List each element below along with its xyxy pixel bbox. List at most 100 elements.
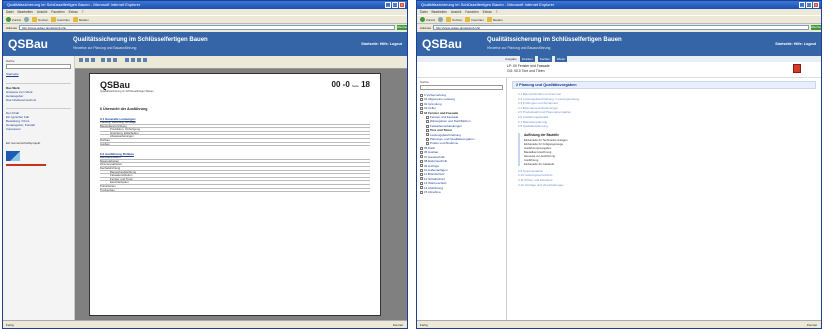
minimize-button[interactable]: _ [385,2,391,8]
brand-logo[interactable]: QSBau [8,37,48,51]
zoom-icon[interactable] [113,58,117,62]
address-input[interactable]: http://www.qsbau.de/qsb/qsb.php [19,25,395,30]
content-meta: LP: 00 Fenster und Fassade GG: 00.0 Tore… [507,64,550,74]
favorites-button[interactable]: Favoriten [465,17,484,22]
search-button[interactable]: Suchen [537,56,552,62]
forward-button[interactable] [438,17,444,22]
main-content: 2 Planung und Qualitätsvorgaben 2.1 Bauv… [507,78,821,320]
address-input[interactable]: http://www.qsbau.de/qsb/qsb.php [433,25,809,30]
search-button[interactable]: Suchen [446,17,462,22]
expand-icon[interactable] [420,173,423,177]
prev-page-icon[interactable] [131,58,135,62]
expand-icon[interactable] [426,115,429,119]
sidebar-item-impressum[interactable]: Impressum [6,127,71,131]
expand-icon[interactable] [420,177,423,181]
menu-help[interactable]: ? [496,10,498,14]
tree-item-label: Leistungsbeschreibung [430,132,461,137]
tree-item-label: 04 Fenster und Fassade [424,110,459,115]
app-header: QSBau Qualitätssicherung im Schlüsselfer… [3,32,407,56]
expand-icon[interactable] [420,150,423,154]
menu-tools[interactable]: Extras [483,10,492,14]
user-links[interactable]: Startseite: Hilfe: Logout [775,42,816,46]
collapse-icon[interactable] [420,111,423,115]
detail-line: Einbauteile für Gebäude [524,161,555,166]
maximize-button[interactable]: □ [806,2,812,8]
expand-icon[interactable] [420,181,423,185]
last-page-icon[interactable] [143,58,147,62]
expand-icon[interactable] [420,102,423,106]
sidebar-link-home[interactable]: Startseite [6,72,71,77]
status-text: Fertig [420,323,428,327]
menu-edit[interactable]: Bearbeiten [431,10,446,14]
expand-icon[interactable] [420,164,423,168]
menu-view[interactable]: Ansicht [37,10,47,14]
status-zone: Internet [806,323,817,327]
print-button[interactable]: Drucken [519,56,535,62]
window-controls: _ □ × [385,2,405,8]
brand-logo[interactable]: QSBau [422,37,462,51]
menu-favorites[interactable]: Favoriten [51,10,64,14]
collapse-icon[interactable] [426,128,429,132]
action-bar: Ausgabe Drucken Suchen Weiter [417,56,821,62]
first-page-icon[interactable] [125,58,129,62]
minimize-button[interactable]: _ [799,2,805,8]
close-button[interactable]: × [813,2,819,8]
status-text: Fertig [6,323,14,327]
tree-item-label: 12 Schallschutz [424,176,446,181]
back-button[interactable]: Zurück [6,17,21,22]
tree-item-label: Tore und Türen [430,128,452,133]
menu-file[interactable]: Datei [420,10,427,14]
hand-tool-icon[interactable] [101,58,105,62]
tree-sidebar: Suche 0 Vorbemerkung 01 Allgemeine Leistu… [417,78,507,320]
media-icon [72,17,78,22]
expand-icon[interactable] [426,120,429,124]
menu-tools[interactable]: Extras [69,10,78,14]
expand-icon[interactable] [420,186,423,190]
expand-icon[interactable] [420,106,423,110]
tree-item-label: 14 Abdichtung [424,185,444,190]
pdf-icon[interactable] [793,64,801,73]
menu-edit[interactable]: Bearbeiten [17,10,32,14]
back-button[interactable]: Zurück [420,17,435,22]
section-link[interactable]: 2.8 Qualitätssicherung [512,124,816,129]
go-button[interactable]: Wechseln zu [811,25,821,34]
section-link[interactable]: 2.12 Verträge und Vereinbarungen [512,183,816,188]
expand-icon[interactable] [426,142,429,146]
user-links[interactable]: Startseite: Hilfe: Logout [361,42,402,46]
media-button[interactable]: Medien [72,17,89,22]
menu-favorites[interactable]: Favoriten [465,10,478,14]
expand-icon[interactable] [420,146,423,150]
save-icon[interactable] [79,58,83,62]
expand-icon[interactable] [420,190,423,194]
expand-icon[interactable] [426,137,429,141]
search-input[interactable] [420,85,503,90]
tree-item-label: 10 Außenanlagen [424,167,448,172]
search-button[interactable]: Suchen [32,17,48,22]
maximize-button[interactable]: □ [392,2,398,8]
expand-icon[interactable] [420,168,423,172]
favorites-button[interactable]: Favoriten [51,17,70,22]
tree-item[interactable]: 15 Abnahme [420,190,503,194]
media-button[interactable]: Medien [486,17,503,22]
menu-view[interactable]: Ansicht [451,10,461,14]
go-button[interactable]: Wechseln zu [397,25,407,34]
sidebar-item-inhalt[interactable]: Das Inhaltsverzeichnis [6,98,71,102]
menu-help[interactable]: ? [82,10,84,14]
expand-icon[interactable] [420,155,423,159]
forward-button[interactable] [24,17,30,22]
menu-file[interactable]: Datei [6,10,13,14]
close-button[interactable]: × [399,2,405,8]
print-icon[interactable] [85,58,89,62]
expand-icon[interactable] [420,93,423,97]
expand-icon[interactable] [420,98,423,102]
search-input[interactable] [6,64,71,69]
next-button[interactable]: Weiter [554,56,568,62]
app-title: Qualitätssicherung im Schlüsselfertigen … [487,37,622,43]
expand-icon[interactable] [420,159,423,163]
window-title: Qualitätssicherung im Schlüsselfertigen … [7,2,141,7]
expand-icon[interactable] [426,133,429,137]
next-page-icon[interactable] [137,58,141,62]
search-icon[interactable] [91,58,95,62]
expand-icon[interactable] [426,124,429,128]
select-tool-icon[interactable] [107,58,111,62]
